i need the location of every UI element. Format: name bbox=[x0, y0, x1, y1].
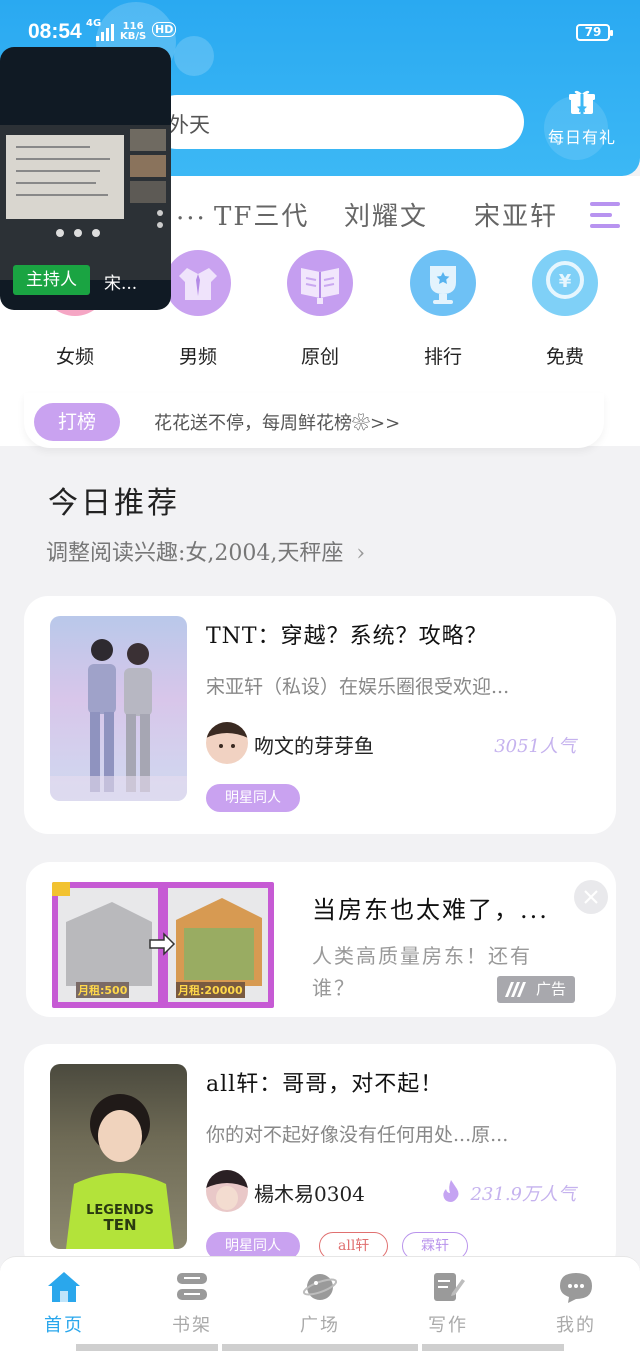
ad-badge-label: 广告 bbox=[535, 980, 566, 998]
nav-original[interactable]: 原创 bbox=[275, 250, 365, 369]
book-card[interactable]: TNT：穿越？系统？攻略？ 宋亚轩（私设）在娱乐圈很受欢迎... 吻文的芽芽鱼 … bbox=[24, 596, 616, 834]
bottom-nav-write[interactable]: 写作 bbox=[408, 1269, 488, 1337]
book-cover: LEGENDS TEN bbox=[50, 1064, 187, 1249]
bottom-nav-profile[interactable]: 我的 bbox=[536, 1269, 616, 1337]
bottom-nav-label: 广场 bbox=[300, 1315, 340, 1336]
home-icon bbox=[48, 1272, 80, 1302]
chat-bubble-icon bbox=[560, 1273, 592, 1303]
rank-text: 花花送不停，每周鲜花榜❀>> bbox=[154, 413, 401, 434]
pen-icon bbox=[434, 1273, 465, 1301]
header-bubble bbox=[174, 36, 214, 76]
coin-icon: ¥ bbox=[532, 250, 598, 316]
ad-image-label-left: 月租:500 bbox=[76, 982, 130, 998]
bottom-nav: 首页 书架 广场 写作 我的 bbox=[0, 1256, 640, 1351]
bookshelf-icon bbox=[177, 1273, 207, 1300]
ad-logo-icon bbox=[505, 982, 526, 997]
book-title: all轩：哥哥，对不起！ bbox=[206, 1072, 444, 1097]
bottom-nav-label: 写作 bbox=[428, 1315, 468, 1336]
nav-label: 免费 bbox=[545, 346, 584, 368]
book-title: TNT：穿越？系统？攻略？ bbox=[206, 624, 488, 649]
planet-icon bbox=[302, 1274, 338, 1300]
interest-settings-text: 调整阅读兴趣:女,2004,天秤座 bbox=[46, 541, 344, 566]
tab-liu-yaowen[interactable]: 刘耀文 bbox=[344, 196, 428, 233]
section-title: 今日推荐 bbox=[48, 486, 180, 521]
book-desc: 宋亚轩（私设）在娱乐圈很受欢迎... bbox=[206, 676, 510, 698]
popularity: 3051人气 bbox=[494, 736, 576, 757]
trophy-icon bbox=[410, 250, 476, 316]
speed-unit: KB/S bbox=[120, 31, 147, 42]
bottom-nav-label: 我的 bbox=[556, 1315, 596, 1336]
svg-text:TEN: TEN bbox=[103, 1216, 136, 1234]
nav-label: 女频 bbox=[55, 346, 94, 368]
ad-title: 当房东也太难了，... bbox=[312, 896, 549, 924]
daily-gift-button[interactable]: 每日有礼 bbox=[543, 88, 621, 154]
search-text: 外天 bbox=[168, 113, 210, 137]
search-input[interactable]: 外天 bbox=[150, 95, 524, 149]
system-nav-bar bbox=[76, 1344, 218, 1351]
nav-label: 排行 bbox=[423, 346, 462, 368]
tab-partial[interactable]: ... bbox=[176, 196, 207, 226]
ad-image-label-right: 月租:20000 bbox=[176, 982, 245, 998]
bottom-nav-label: 首页 bbox=[44, 1315, 84, 1336]
tab-song-yaxuan[interactable]: 宋亚轩 bbox=[474, 196, 558, 233]
system-nav-bar bbox=[422, 1344, 564, 1351]
daily-gift-label: 每日有礼 bbox=[547, 128, 616, 147]
rank-banner[interactable]: 打榜 花花送不停，每周鲜花榜❀>> bbox=[24, 393, 604, 448]
host-badge: 主持人 bbox=[13, 265, 90, 295]
nav-label: 原创 bbox=[300, 346, 339, 368]
bottom-nav-label: 书架 bbox=[172, 1315, 212, 1336]
video-frame bbox=[0, 125, 171, 280]
hd-badge: HD bbox=[152, 22, 177, 37]
nav-ranking[interactable]: 排行 bbox=[398, 250, 488, 369]
status-time: 08:54 bbox=[28, 20, 82, 43]
system-nav-bar bbox=[222, 1344, 418, 1351]
tag[interactable]: 明星同人 bbox=[206, 784, 300, 812]
ad-image: 月租:500 月租:20000 bbox=[52, 882, 274, 1008]
signal-icon bbox=[96, 24, 118, 41]
book-icon bbox=[287, 250, 353, 316]
flame-icon bbox=[443, 1180, 459, 1202]
nav-free[interactable]: ¥ 免费 bbox=[520, 250, 610, 369]
gift-icon bbox=[569, 90, 595, 114]
chevron-right-icon: › bbox=[356, 541, 366, 566]
bottom-nav-home[interactable]: 首页 bbox=[24, 1269, 104, 1337]
avatar bbox=[206, 1170, 248, 1212]
author-name: 楊木易0304 bbox=[254, 1182, 365, 1206]
ad-badge: 广告 bbox=[497, 976, 575, 1003]
book-cover bbox=[50, 616, 187, 801]
rank-badge[interactable]: 打榜 bbox=[34, 403, 120, 441]
shirt-icon bbox=[165, 250, 231, 316]
book-desc: 你的对不起好像没有任何用处...原... bbox=[206, 1124, 509, 1146]
tab-tf-gen3[interactable]: TF三代 bbox=[214, 196, 309, 233]
close-icon[interactable] bbox=[574, 880, 608, 914]
ad-card[interactable]: 月租:500 月租:20000 当房东也太难了，... 人类高质量房东！还有谁？… bbox=[26, 862, 616, 1017]
battery-level: 79 bbox=[584, 25, 602, 39]
bottom-nav-plaza[interactable]: 广场 bbox=[280, 1269, 360, 1337]
floating-video-window[interactable]: 主持人 宋... bbox=[0, 47, 171, 310]
network-speed: 116 KB/S bbox=[120, 22, 146, 42]
popularity: 231.9万人气 bbox=[470, 1184, 576, 1205]
host-name: 宋... bbox=[104, 274, 138, 294]
nav-label: 男频 bbox=[178, 346, 217, 368]
bottom-nav-bookshelf[interactable]: 书架 bbox=[152, 1269, 232, 1337]
menu-icon[interactable] bbox=[588, 199, 622, 231]
interest-settings-link[interactable]: 调整阅读兴趣:女,2004,天秤座 › bbox=[46, 535, 365, 567]
avatar bbox=[206, 722, 248, 764]
author-name: 吻文的芽芽鱼 bbox=[254, 734, 374, 758]
battery-icon: 79 bbox=[576, 24, 613, 41]
book-card[interactable]: LEGENDS TEN all轩：哥哥，对不起！ 你的对不起好像没有任何用处..… bbox=[24, 1044, 616, 1274]
svg-text:¥: ¥ bbox=[559, 271, 572, 292]
